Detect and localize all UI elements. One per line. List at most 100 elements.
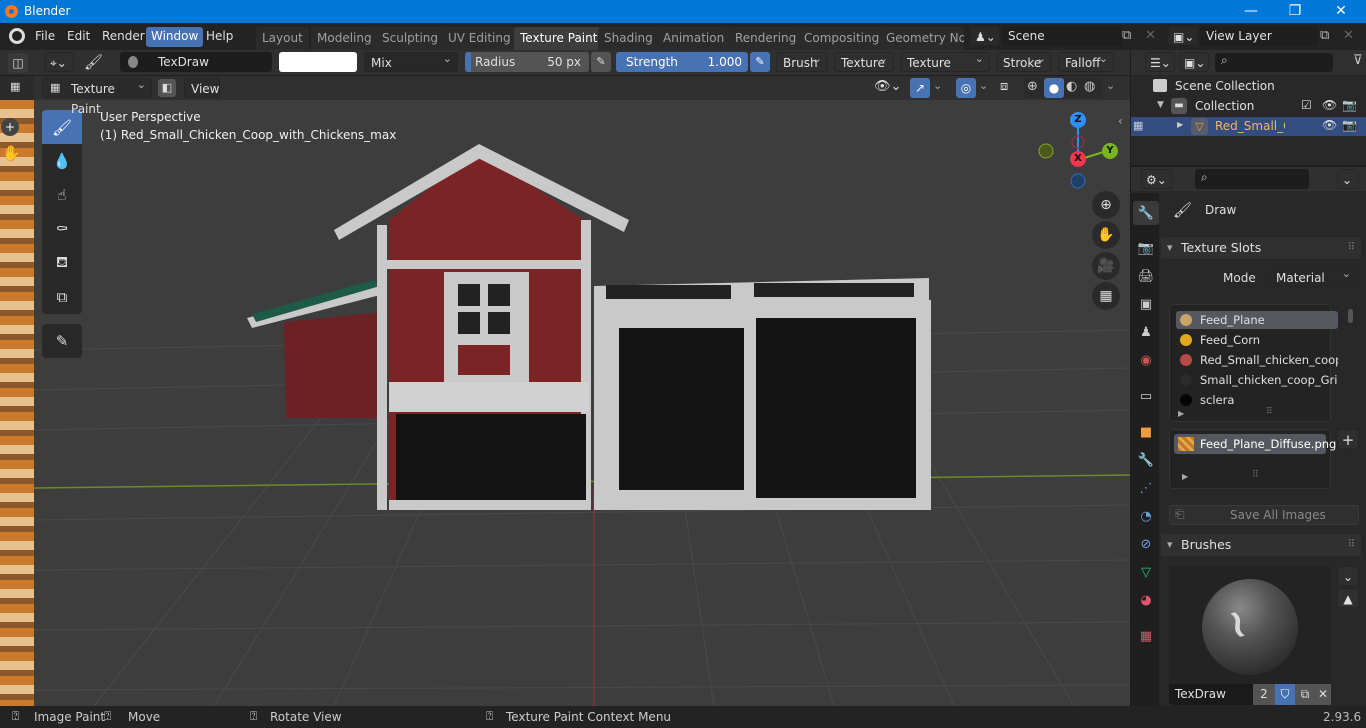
outliner-display-mode-icon[interactable]: ▣⌄ [1179, 52, 1209, 72]
menu-window[interactable]: Window [146, 27, 204, 47]
zoom-in-icon[interactable]: + [1, 118, 19, 136]
collection-tab-icon[interactable]: ▭ [1135, 385, 1157, 407]
outliner-collection[interactable]: Collection [1195, 99, 1254, 113]
expand-arrow-icon[interactable]: ▶ [1177, 120, 1183, 129]
minimize-button[interactable]: — [1228, 0, 1274, 23]
outliner-scene-collection[interactable]: Scene Collection [1175, 79, 1275, 93]
eye-visibility-icon[interactable]: 👁 [1322, 98, 1337, 112]
gizmo-dropdown-icon[interactable]: ⌄ [933, 79, 942, 92]
maximize-button[interactable]: ❐ [1272, 0, 1318, 23]
view-layer-browse-button[interactable]: ▣⌄ [1168, 26, 1198, 46]
menu-help[interactable]: Help [201, 27, 238, 47]
exclude-checkbox[interactable]: ☑ [1301, 98, 1312, 112]
physics-tab-icon[interactable]: ◔ [1135, 505, 1157, 527]
material-slot-item[interactable]: Feed_Plane [1176, 311, 1338, 329]
overlays-toggle-icon[interactable]: ◎ [956, 78, 976, 98]
brush-name-field[interactable]: TexDraw [120, 52, 272, 72]
gizmo-y-axis[interactable]: Y [1102, 143, 1118, 159]
tab-modeling[interactable]: Modeling [311, 27, 378, 50]
image-slot-item[interactable]: Feed_Plane_Diffuse.png [1174, 434, 1336, 454]
camera-render-icon[interactable]: 📷 [1342, 118, 1357, 132]
zoom-view-icon[interactable]: ⊕ [1092, 191, 1120, 219]
render-tab-icon[interactable]: 📷 [1135, 237, 1157, 259]
outliner-editor-type-icon[interactable]: ☰⌄ [1145, 52, 1175, 72]
radius-slider[interactable]: Radius 50 px [465, 52, 589, 72]
tool-annotate[interactable]: ✎ [42, 324, 82, 358]
tool-clone[interactable]: ⚰ [42, 212, 82, 246]
eye-visibility-icon[interactable]: 👁 [1322, 118, 1337, 132]
properties-options-dropdown[interactable]: ⌄ [1337, 169, 1359, 189]
material-slot-item[interactable]: Red_Small_chicken_coop... [1176, 351, 1338, 369]
camera-render-icon[interactable]: 📷 [1342, 98, 1357, 112]
brush-menu[interactable]: Brush [776, 49, 828, 72]
rendered-shading-icon[interactable]: ◍ [1084, 79, 1095, 94]
xray-toggle-icon[interactable]: ⧈ [1000, 79, 1008, 94]
scene-tab-icon[interactable]: ♟ [1135, 321, 1157, 343]
material-tab-icon[interactable]: ◕ [1135, 589, 1157, 611]
slot-mode-dropdown[interactable]: Material [1269, 264, 1357, 287]
falloff-menu[interactable]: Falloff [1058, 49, 1114, 72]
view-layer-tab-icon[interactable]: ▣ [1135, 293, 1157, 315]
hand-pan-icon[interactable]: ✋ [1092, 221, 1120, 249]
object-tab-icon[interactable]: ■ [1135, 421, 1157, 443]
tab-compositing[interactable]: Compositing [798, 27, 886, 50]
tab-shading[interactable]: Shading [598, 27, 659, 50]
3d-viewport[interactable]: 🖌 💧 ☝ ⚰ ⛾ ⧉ ✎ User Perspective (1) Red_S… [34, 100, 1130, 706]
brush-custom-icon-button[interactable]: ▲ [1337, 588, 1359, 608]
tab-layout[interactable]: Layout [256, 27, 309, 50]
tool-mask[interactable]: ⧉ [42, 280, 82, 314]
delete-view-layer-icon[interactable]: ✕ [1343, 28, 1354, 43]
view-layer-field[interactable]: View Layer [1200, 26, 1318, 46]
menu-edit[interactable]: Edit [62, 27, 95, 47]
collapse-arrow-icon[interactable]: ▼ [1157, 100, 1164, 110]
overlays-dropdown-icon[interactable]: ⌄ [979, 79, 988, 92]
properties-search-input[interactable] [1195, 169, 1309, 189]
sidebar-toggle-icon[interactable]: ‹ [1118, 114, 1123, 128]
menu-render[interactable]: Render [97, 27, 150, 47]
blend-mode-dropdown[interactable]: Mix [364, 49, 458, 72]
strength-pressure-icon[interactable]: ✎ [750, 52, 770, 72]
ortho-grid-icon[interactable]: ▦ [1092, 282, 1120, 310]
new-view-layer-icon[interactable]: ⧉ [1320, 28, 1329, 43]
brush-dropdown[interactable]: ⌄ [1337, 566, 1359, 586]
texture-tab-icon[interactable]: ▦ [1135, 625, 1157, 647]
editor-type-icon[interactable]: ◫ [8, 53, 28, 73]
duplicate-brush-icon[interactable]: ⧉ [1295, 684, 1315, 705]
material-preview-icon[interactable]: ◐ [1066, 79, 1077, 94]
constraints-tab-icon[interactable]: ⊘ [1135, 533, 1157, 555]
list-resize-grip[interactable]: ⠿ [1252, 470, 1259, 480]
gizmo-toggle-icon[interactable]: ↗ [910, 78, 930, 98]
outliner-search-input[interactable] [1215, 53, 1333, 72]
material-slot-item[interactable]: sclera [1176, 391, 1338, 409]
save-all-images-button[interactable]: ⎗ Save All Images [1169, 505, 1359, 525]
scene-browse-button[interactable]: ♟⌄ [970, 26, 1000, 46]
add-image-button[interactable]: + [1337, 429, 1359, 449]
outliner-object-row[interactable]: ▦ ▶ ▽ Red_Small_Chick 👁 📷 [1131, 117, 1366, 136]
tool-tab-icon[interactable]: 🔧 [1133, 201, 1159, 225]
texture-menu[interactable]: Texture [834, 49, 894, 72]
particles-tab-icon[interactable]: ⋰ [1135, 477, 1157, 499]
delete-scene-icon[interactable]: ✕ [1145, 28, 1156, 43]
paint-mode-settings-button[interactable]: ⌖⌄ [44, 52, 74, 72]
unlink-brush-icon[interactable]: ✕ [1315, 684, 1331, 705]
texture-slots-header[interactable]: Texture Slots⠿ [1161, 237, 1361, 259]
material-slot-item[interactable]: Feed_Corn [1176, 331, 1338, 349]
filter-icon[interactable]: ⊽ [1353, 53, 1363, 68]
modifier-tab-icon[interactable]: 🔧 [1135, 449, 1157, 471]
world-tab-icon[interactable]: ◉ [1135, 349, 1157, 371]
tool-soften[interactable]: 💧 [42, 144, 82, 178]
properties-editor-type-icon[interactable]: ⚙⌄ [1141, 169, 1173, 189]
new-scene-icon[interactable]: ⧉ [1122, 28, 1131, 43]
fake-user-shield-icon[interactable]: ⛉ [1275, 684, 1295, 705]
brushes-header[interactable]: Brushes⠿ [1161, 534, 1361, 556]
brush-color-swatch[interactable] [279, 52, 357, 72]
tab-rendering[interactable]: Rendering [729, 27, 803, 50]
list-expand-icon[interactable]: ▶ [1178, 409, 1184, 418]
tab-uv-editing[interactable]: UV Editing [442, 27, 517, 50]
output-tab-icon[interactable]: 🖨 [1135, 265, 1157, 287]
list-resize-grip[interactable]: ⠿ [1266, 407, 1273, 417]
tab-texture-paint[interactable]: Texture Paint [514, 27, 604, 50]
view-menu[interactable]: View [184, 78, 220, 98]
close-button[interactable]: ✕ [1318, 0, 1364, 23]
tab-geometry-nodes[interactable]: Geometry Nod [880, 27, 964, 50]
